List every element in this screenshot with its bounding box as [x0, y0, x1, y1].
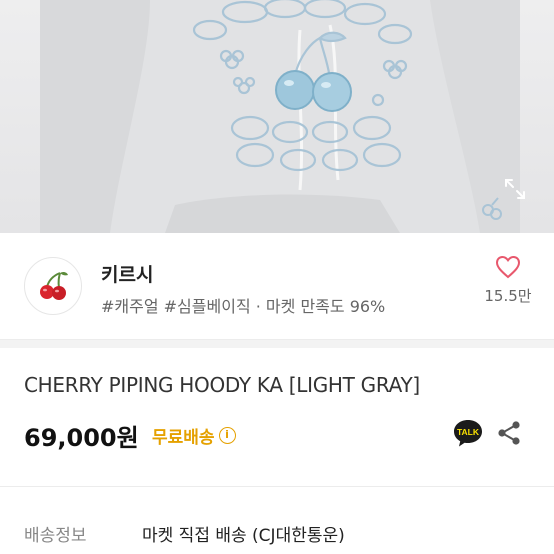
shipping-info-label: 배송정보	[24, 526, 87, 546]
share-icon	[498, 421, 520, 445]
shop-logo[interactable]	[24, 257, 82, 315]
product-photo[interactable]	[0, 0, 554, 233]
heart-icon	[495, 255, 521, 279]
talk-icon: TALK	[454, 420, 482, 447]
free-shipping-label: 무료배송	[152, 428, 215, 448]
kakaotalk-button[interactable]: TALK	[452, 418, 484, 448]
share-button[interactable]	[497, 420, 521, 446]
shop-name[interactable]: 키르시	[101, 260, 153, 287]
cherry-icon	[40, 271, 68, 300]
like-button[interactable]: 15.5만	[478, 255, 538, 306]
shop-tags: #캐주얼 #심플베이직 · 마켓 만족도 96%	[101, 297, 386, 316]
product-title: CHERRY PIPING HOODY KA [LIGHT GRAY]	[24, 373, 420, 397]
shop-info: 키르시 #캐주얼 #심플베이직 · 마켓 만족도 96% 15.5만	[0, 233, 554, 339]
free-shipping-badge[interactable]: 무료배송 i	[152, 423, 236, 448]
shipping-info-value: 마켓 직접 배송 (CJ대한통운)	[142, 526, 345, 546]
product-price: 69,000원	[24, 424, 139, 452]
info-icon: i	[218, 427, 236, 444]
hoodie-image	[40, 0, 520, 233]
talk-label: TALK	[457, 427, 480, 437]
divider-line	[0, 486, 554, 487]
like-count: 15.5만	[484, 287, 532, 305]
section-divider	[0, 339, 554, 348]
expand-icon[interactable]	[502, 176, 528, 202]
